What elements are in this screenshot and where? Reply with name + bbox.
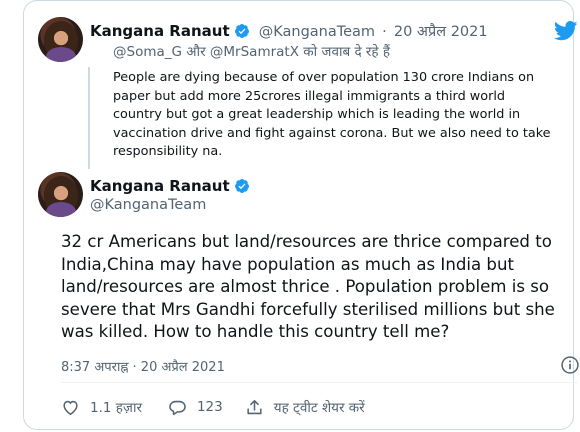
verified-badge-icon [234, 24, 249, 38]
quoted-author-avatar[interactable] [38, 17, 83, 62]
quoted-tweet-text: People are dying because of over populat… [113, 70, 551, 159]
like-count: 1.1 हज़ार [90, 400, 142, 416]
share-icon [247, 399, 262, 414]
quoted-tweet-header: Kangana Ranaut @KanganaTeam · 20 अप्रैल … [90, 21, 488, 41]
heart-icon [63, 400, 78, 415]
action-bar: 1.1 हज़ार 123 यह ट्वीट शेयर करें [61, 395, 365, 419]
tweet-embed-card: Kangana Ranaut @KanganaTeam · 20 अप्रैल … [23, 0, 579, 430]
main-author-avatar[interactable] [38, 172, 83, 217]
action-bar-divider [61, 382, 578, 383]
reply-bubble-icon [169, 400, 186, 415]
reply-to-suffix: को जवाब दे रहे हैं [303, 44, 391, 60]
reply-to-user-samrat[interactable]: @MrSamratX [210, 44, 299, 60]
replying-to-line: @Soma_G और @MrSamratX को जवाब दे रहे हैं [113, 42, 390, 60]
header-separator: · [382, 24, 387, 40]
reply-button[interactable]: 123 [168, 398, 223, 417]
main-tweet-header: Kangana Ranaut [90, 176, 250, 195]
reply-to-user-soma[interactable]: @Soma_G [113, 44, 182, 60]
reply-count: 123 [196, 399, 223, 415]
thread-connector-line [88, 67, 90, 169]
quoted-author-name[interactable]: Kangana Ranaut [90, 22, 230, 40]
share-tweet-button[interactable]: यह ट्वीट शेयर करें [245, 398, 365, 417]
main-author-name[interactable]: Kangana Ranaut [90, 177, 230, 195]
share-label: यह ट्वीट शेयर करें [273, 400, 365, 416]
main-tweet-timestamp[interactable]: 8:37 अपराह्न · 20 अप्रैल 2021 [61, 357, 225, 375]
twitter-bird-icon[interactable] [554, 21, 578, 41]
reply-to-conjunction: और [186, 44, 206, 60]
verified-badge-icon [234, 179, 249, 193]
like-button[interactable]: 1.1 हज़ार [61, 398, 142, 417]
info-icon[interactable] [560, 355, 580, 375]
quoted-tweet-date[interactable]: 20 अप्रैल 2021 [394, 24, 488, 40]
quoted-author-handle[interactable]: @KanganaTeam [259, 24, 375, 40]
main-tweet-text: 32 cr Americans but land/resources are t… [61, 232, 555, 341]
main-author-handle[interactable]: @KanganaTeam [90, 197, 206, 213]
